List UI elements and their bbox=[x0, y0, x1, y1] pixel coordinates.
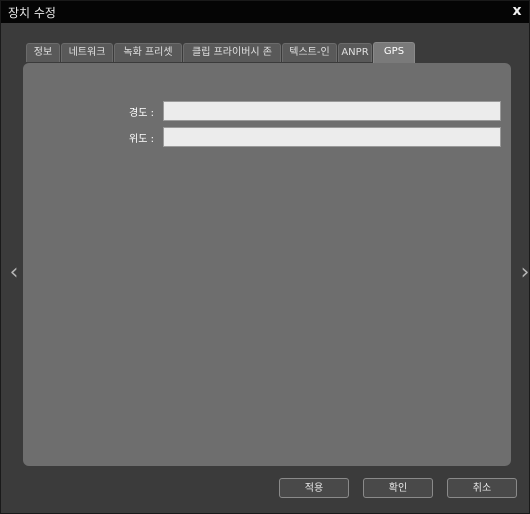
ok-button[interactable]: 확인 bbox=[363, 478, 433, 498]
longitude-label: 경도 : bbox=[129, 108, 154, 119]
tab-recording-preset[interactable]: 녹화 프리셋 bbox=[114, 43, 182, 62]
latitude-label: 위도 : bbox=[129, 134, 154, 145]
title-bar[interactable]: 장치 수정 x bbox=[1, 1, 529, 23]
tab-gps[interactable]: GPS bbox=[373, 42, 415, 63]
gps-settings-panel bbox=[23, 63, 511, 466]
latitude-input[interactable] bbox=[163, 127, 501, 147]
dialog-title: 장치 수정 bbox=[8, 6, 56, 20]
tab-anpr[interactable]: ANPR bbox=[338, 43, 372, 62]
cancel-button[interactable]: 취소 bbox=[447, 478, 517, 498]
tab-clip-privacy-zone[interactable]: 클립 프라이버시 존 bbox=[183, 43, 281, 62]
chevron-left-icon[interactable]: ‹ bbox=[8, 261, 20, 285]
close-icon[interactable]: x bbox=[509, 2, 525, 20]
chevron-right-icon[interactable]: › bbox=[519, 261, 530, 285]
tab-info[interactable]: 정보 bbox=[26, 43, 60, 62]
tab-network[interactable]: 네트워크 bbox=[61, 43, 113, 62]
tab-bar: 정보 네트워크 녹화 프리셋 클립 프라이버시 존 텍스트-인 ANPR GPS bbox=[26, 42, 519, 63]
device-edit-dialog: 장치 수정 x 정보 네트워크 녹화 프리셋 클립 프라이버시 존 텍스트-인 … bbox=[0, 0, 530, 514]
tab-text-in[interactable]: 텍스트-인 bbox=[282, 43, 337, 62]
apply-button[interactable]: 적용 bbox=[279, 478, 349, 498]
longitude-input[interactable] bbox=[163, 101, 501, 121]
